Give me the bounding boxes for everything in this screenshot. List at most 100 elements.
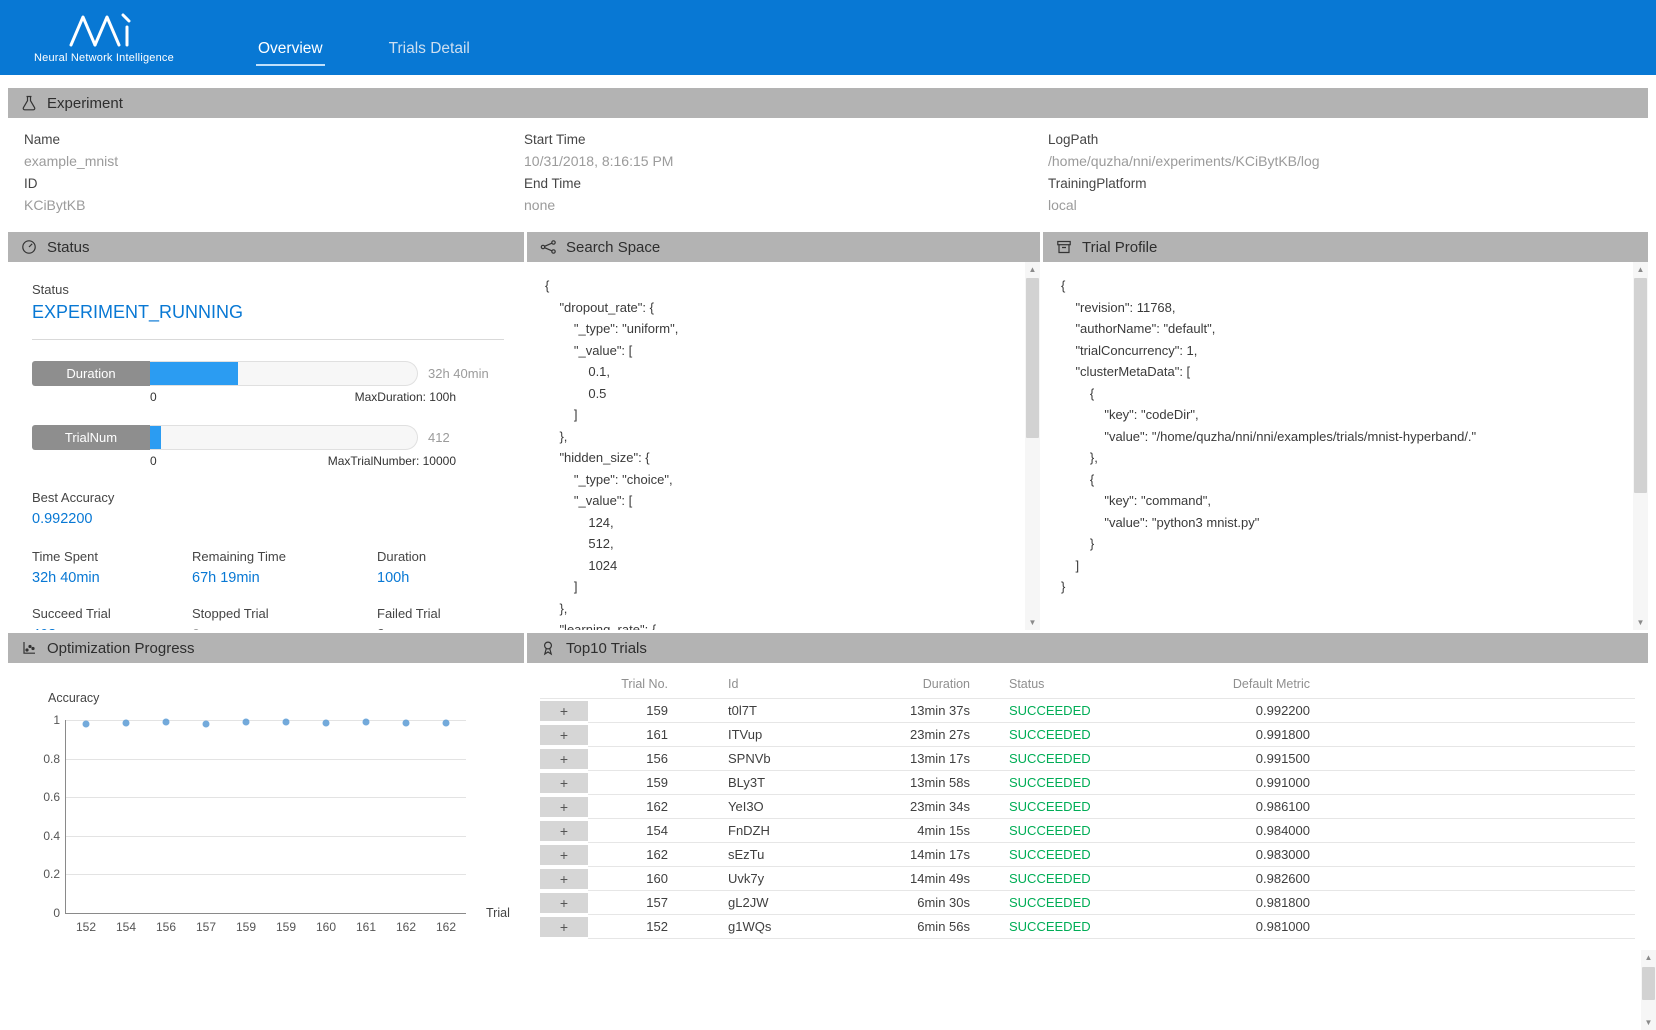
optimization-progress-panel: Optimization Progress Accuracy Trial 00.… xyxy=(8,633,524,1030)
expand-row-button[interactable]: + xyxy=(540,917,588,937)
status-cell: SUCCEEDED xyxy=(972,723,1199,747)
scrollbar-thumb[interactable] xyxy=(1026,278,1039,438)
gridline xyxy=(66,797,466,798)
status-cell: SUCCEEDED xyxy=(972,867,1199,891)
status-cell: SUCCEEDED xyxy=(972,747,1199,771)
scroll-up-icon[interactable]: ▲ xyxy=(1641,950,1656,965)
y-tick-label: 0.8 xyxy=(30,752,60,766)
scrollbar-thumb[interactable] xyxy=(1642,967,1655,1000)
scroll-up-icon[interactable]: ▲ xyxy=(1025,262,1040,277)
x-tick-label: 162 xyxy=(436,920,456,934)
experiment-details: Name example_mnist ID KCiBytKB Start Tim… xyxy=(8,118,1648,229)
expand-row-button[interactable]: + xyxy=(540,725,588,745)
trial-row: +159BLy3T13min 58sSUCCEEDED0.991000 xyxy=(540,771,1635,795)
expand-row-button[interactable]: + xyxy=(540,773,588,793)
expand-row-button[interactable]: + xyxy=(540,797,588,817)
trial-row: +161ITVup23min 27sSUCCEEDED0.991800 xyxy=(540,723,1635,747)
expand-cell: + xyxy=(540,723,588,747)
scatter-point xyxy=(163,718,170,725)
experiment-col-2: Start Time 10/31/2018, 8:16:15 PM End Ti… xyxy=(524,126,1048,229)
metric-cell: 0.992200 xyxy=(1199,699,1635,723)
tab-overview[interactable]: Overview xyxy=(256,40,325,66)
expand-row-button[interactable]: + xyxy=(540,845,588,865)
duration-cell: 6min 30s xyxy=(860,891,972,915)
metric-cell: 0.984000 xyxy=(1199,819,1635,843)
column-header-status: Status xyxy=(972,671,1199,699)
field-label: End Time xyxy=(524,176,1048,191)
experiment-col-1: Name example_mnist ID KCiBytKB xyxy=(24,126,524,229)
trial-row: +154FnDZH4min 15sSUCCEEDED0.984000 xyxy=(540,819,1635,843)
top-trials-table: Trial No. Id Duration Status Default Met… xyxy=(540,671,1635,939)
tab-trials-detail[interactable]: Trials Detail xyxy=(387,40,472,66)
expand-cell: + xyxy=(540,915,588,939)
metric-cell: 0.981800 xyxy=(1199,891,1635,915)
status-panel-body: Status EXPERIMENT_RUNNING Duration 32h 4… xyxy=(8,262,524,630)
trialnum-progress-fill xyxy=(150,426,161,449)
expand-row-button[interactable]: + xyxy=(540,821,588,841)
top-trials-panel-header: Top10 Trials xyxy=(527,633,1648,663)
expand-row-button[interactable]: + xyxy=(540,701,588,721)
field-label: ID xyxy=(24,176,524,191)
y-tick-label: 1 xyxy=(30,713,60,727)
archive-box-icon xyxy=(1056,239,1073,256)
trialnum-max: MaxTrialNumber: 10000 xyxy=(328,454,456,468)
metric-cell: 0.986100 xyxy=(1199,795,1635,819)
scroll-down-icon[interactable]: ▼ xyxy=(1641,1015,1656,1030)
nni-logo: Neural Network Intelligence xyxy=(24,11,184,64)
scroll-down-icon[interactable]: ▼ xyxy=(1633,615,1648,630)
trial-id-cell: ITVup xyxy=(671,723,860,747)
duration-max: MaxDuration: 100h xyxy=(355,390,456,404)
trial-profile-json: { "revision": 11768, "authorName": "defa… xyxy=(1043,262,1648,598)
experiment-section: Experiment Name example_mnist ID KCiBytK… xyxy=(8,88,1648,229)
y-tick-label: 0.2 xyxy=(30,867,60,881)
trial-profile-panel-title: Trial Profile xyxy=(1082,239,1157,256)
optimization-chart-body: Accuracy Trial 00.20.40.60.8115215415615… xyxy=(8,663,524,1030)
expand-row-button[interactable]: + xyxy=(540,893,588,913)
duration-progress-chip: Duration xyxy=(32,361,150,386)
x-tick-label: 161 xyxy=(356,920,376,934)
stat-stopped-trial: Stopped Trial0 xyxy=(192,606,377,630)
search-space-json: { "dropout_rate": { "_type": "uniform", … xyxy=(527,262,1040,630)
trialnum-progress-range: 0 MaxTrialNumber: 10000 xyxy=(150,454,456,468)
y-tick-label: 0.6 xyxy=(30,790,60,804)
trial-no-cell: 160 xyxy=(588,867,671,891)
trial-no-cell: 161 xyxy=(588,723,671,747)
flask-icon xyxy=(21,95,38,112)
trialnum-progress-value: 412 xyxy=(418,430,504,445)
column-header-id: Id xyxy=(671,671,860,699)
trial-no-cell: 159 xyxy=(588,771,671,795)
search-space-body: { "dropout_rate": { "_type": "uniform", … xyxy=(527,262,1040,630)
trial-profile-scrollbar[interactable]: ▲ ▼ xyxy=(1633,262,1648,630)
x-tick-label: 154 xyxy=(116,920,136,934)
y-tick-label: 0 xyxy=(30,906,60,920)
trial-id-cell: SPNVb xyxy=(671,747,860,771)
scatter-chart-icon xyxy=(21,640,38,657)
top-trials-panel-title: Top10 Trials xyxy=(566,640,647,657)
status-cell: SUCCEEDED xyxy=(972,915,1199,939)
column-header-trial-no: Trial No. xyxy=(588,671,671,699)
search-space-scrollbar[interactable]: ▲ ▼ xyxy=(1025,262,1040,630)
metric-cell: 0.991000 xyxy=(1199,771,1635,795)
scroll-up-icon[interactable]: ▲ xyxy=(1633,262,1648,277)
expand-cell: + xyxy=(540,795,588,819)
gridline xyxy=(66,836,466,837)
stat-remaining-time: Remaining Time67h 19min xyxy=(192,549,377,586)
duration-progress-fill xyxy=(150,362,238,385)
gridline xyxy=(66,759,466,760)
status-cell: SUCCEEDED xyxy=(972,795,1199,819)
trial-id-cell: BLy3T xyxy=(671,771,860,795)
trial-no-cell: 162 xyxy=(588,795,671,819)
trial-no-cell: 162 xyxy=(588,843,671,867)
expand-row-button[interactable]: + xyxy=(540,749,588,769)
page-scrollbar[interactable]: ▲ ▼ xyxy=(1641,950,1656,1030)
expand-row-button[interactable]: + xyxy=(540,869,588,889)
training-platform-value: local xyxy=(1048,197,1648,213)
trialnum-progress-chip: TrialNum xyxy=(32,425,150,450)
scrollbar-thumb[interactable] xyxy=(1634,278,1647,493)
metric-cell: 0.991800 xyxy=(1199,723,1635,747)
trial-id-cell: t0l7T xyxy=(671,699,860,723)
trialnum-min: 0 xyxy=(150,454,157,468)
stat-failed-trial: Failed Trial9 xyxy=(377,606,504,630)
scroll-down-icon[interactable]: ▼ xyxy=(1025,615,1040,630)
x-tick-label: 157 xyxy=(196,920,216,934)
